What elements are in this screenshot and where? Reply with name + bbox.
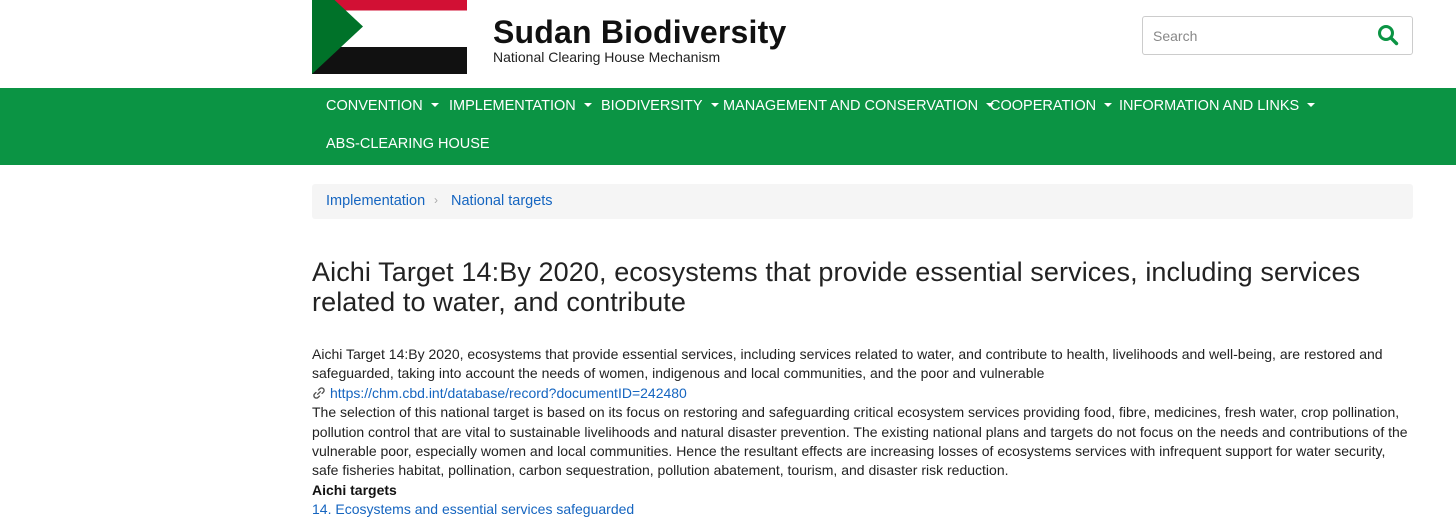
record-link-line: https://chm.cbd.int/database/record?docu…	[312, 384, 1412, 403]
caret-down-icon	[583, 103, 592, 108]
sudan-flag-logo[interactable]	[312, 0, 467, 74]
page-title: Aichi Target 14:By 2020, ecosystems that…	[312, 257, 1361, 317]
nav-item-cooperation[interactable]: COOPERATION	[990, 98, 1113, 114]
caret-down-icon	[1104, 103, 1113, 108]
breadcrumb-item-national-targets[interactable]: National targets	[451, 193, 553, 209]
record-link[interactable]: https://chm.cbd.int/database/record?docu…	[330, 385, 687, 401]
site-title[interactable]: Sudan Biodiversity	[493, 14, 786, 51]
main-navbar: CONVENTION IMPLEMENTATION BIODIVERSITY M…	[0, 88, 1456, 165]
link-icon	[313, 387, 325, 399]
nav-item-label: BIODIVERSITY	[601, 98, 703, 114]
breadcrumb-item-implementation[interactable]: Implementation	[326, 193, 425, 209]
nav-item-label: IMPLEMENTATION	[449, 98, 576, 114]
breadcrumb-separator: ›	[434, 193, 438, 207]
nav-item-label: MANAGEMENT AND CONSERVATION	[723, 98, 979, 114]
breadcrumb: Implementation › National targets	[312, 184, 1413, 219]
caret-down-icon	[710, 103, 719, 108]
nav-item-management-and-conservation[interactable]: MANAGEMENT AND CONSERVATION	[723, 98, 995, 114]
site-subtitle: National Clearing House Mechanism	[493, 49, 721, 65]
nav-item-label: INFORMATION AND LINKS	[1119, 98, 1300, 114]
site-header: Sudan Biodiversity National Clearing Hou…	[0, 0, 1456, 88]
aichi-targets-heading: Aichi targets	[312, 481, 397, 498]
nav-item-label: COOPERATION	[990, 98, 1097, 114]
nav-item-biodiversity[interactable]: BIODIVERSITY	[601, 98, 719, 114]
target-content: Aichi Target 14:By 2020, ecosystems that…	[312, 345, 1412, 520]
aichi-target-link[interactable]: 14. Ecosystems and essential services sa…	[312, 500, 1412, 519]
search-input[interactable]	[1143, 17, 1363, 54]
nav-item-label: ABS-CLEARING HOUSE	[326, 136, 490, 152]
nav-item-implementation[interactable]: IMPLEMENTATION	[449, 98, 592, 114]
target-summary: Aichi Target 14:By 2020, ecosystems that…	[312, 346, 1383, 382]
target-description: The selection of this national target is…	[312, 404, 1408, 479]
search-icon	[1378, 24, 1399, 45]
nav-item-information-and-links[interactable]: INFORMATION AND LINKS	[1119, 98, 1316, 114]
nav-item-abs-clearing-house[interactable]: ABS-CLEARING HOUSE	[326, 136, 490, 152]
caret-down-icon	[430, 103, 439, 108]
search-box	[1142, 16, 1413, 55]
nav-item-label: CONVENTION	[326, 98, 423, 114]
caret-down-icon	[1307, 103, 1316, 108]
nav-item-convention[interactable]: CONVENTION	[326, 98, 439, 114]
search-button[interactable]	[1374, 22, 1402, 50]
